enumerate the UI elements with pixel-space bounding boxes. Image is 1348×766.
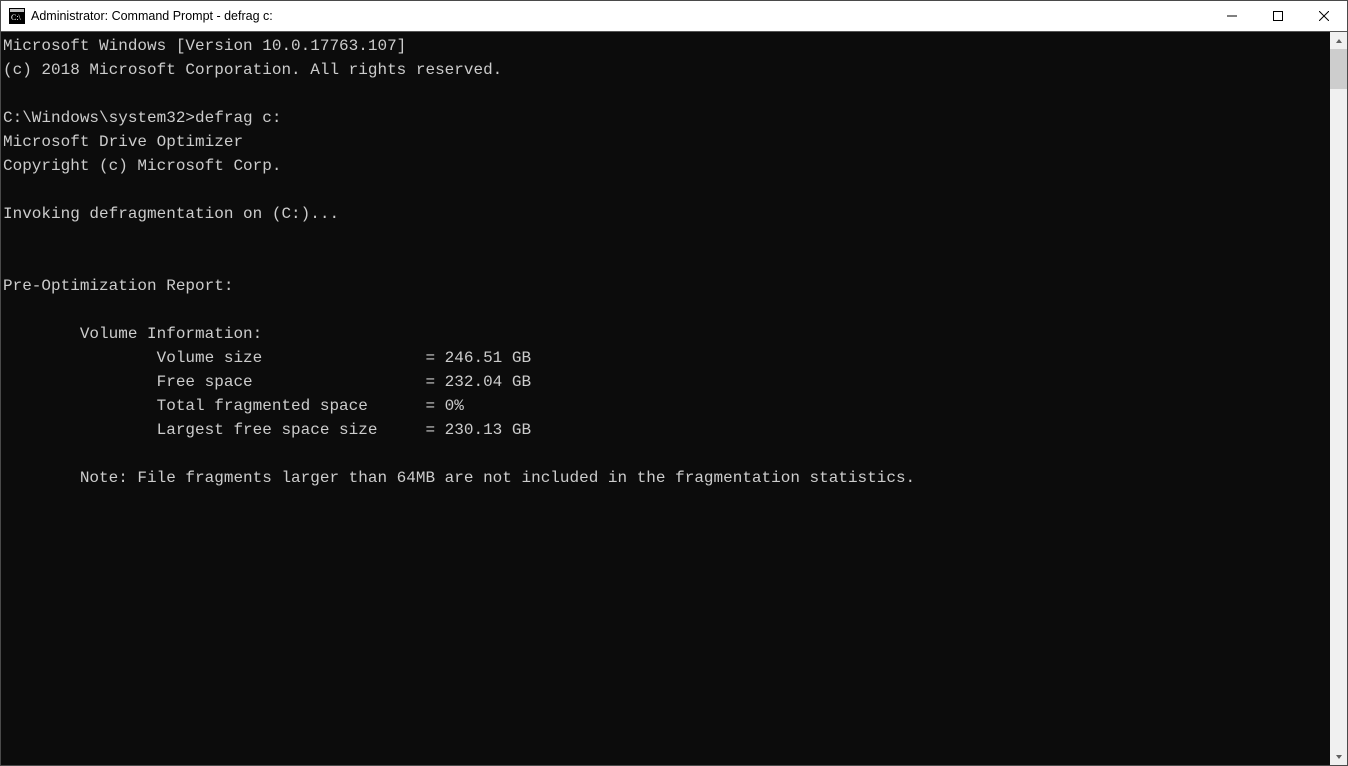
command-prompt-window: C:\ Administrator: Command Prompt - defr… (0, 0, 1348, 766)
scrollbar-track[interactable] (1330, 49, 1347, 748)
scroll-down-arrow-icon[interactable] (1330, 748, 1347, 765)
minimize-button[interactable] (1209, 1, 1255, 32)
scrollbar-thumb[interactable] (1330, 49, 1347, 89)
window-title: Administrator: Command Prompt - defrag c… (31, 9, 273, 23)
cmd-icon: C:\ (9, 8, 25, 24)
client-area: Microsoft Windows [Version 10.0.17763.10… (1, 32, 1347, 765)
close-button[interactable] (1301, 1, 1347, 32)
svg-text:C:\: C:\ (11, 13, 22, 22)
maximize-button[interactable] (1255, 1, 1301, 32)
vertical-scrollbar[interactable] (1330, 32, 1347, 765)
terminal-output[interactable]: Microsoft Windows [Version 10.0.17763.10… (1, 32, 1330, 765)
titlebar[interactable]: C:\ Administrator: Command Prompt - defr… (1, 1, 1347, 32)
scroll-up-arrow-icon[interactable] (1330, 32, 1347, 49)
